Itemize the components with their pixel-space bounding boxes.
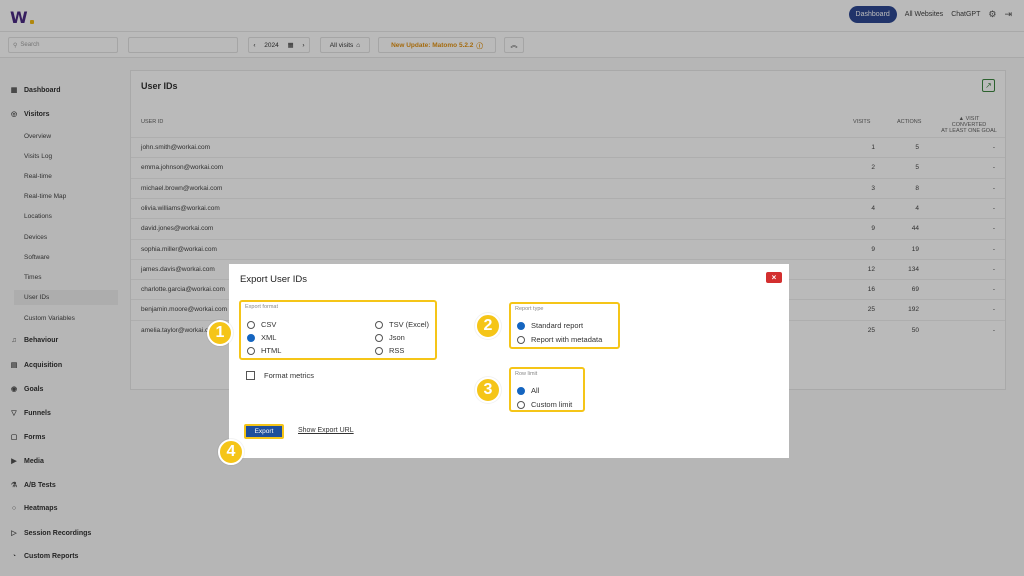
radio-selected-icon (517, 386, 525, 395)
format-option-csv[interactable]: CSV (247, 320, 276, 329)
option-label: XML (261, 333, 277, 342)
option-label: Report with metadata (531, 335, 603, 344)
step-badge-4: 4 (218, 439, 244, 465)
step-badge-3: 3 (475, 377, 501, 403)
radio-icon (375, 346, 383, 355)
format-metrics-checkbox[interactable]: Format metrics (246, 371, 314, 380)
row-limit-all[interactable]: All (517, 386, 539, 395)
row-limit-label: Row limit (515, 371, 538, 377)
radio-icon (517, 335, 525, 344)
option-label: HTML (261, 346, 282, 355)
radio-icon (375, 320, 383, 329)
option-label: Custom limit (531, 400, 573, 409)
option-label: TSV (Excel) (389, 320, 430, 329)
step-badge-2: 2 (475, 313, 501, 339)
export-button[interactable]: Export (244, 424, 284, 439)
format-option-html[interactable]: HTML (247, 346, 281, 355)
format-option-rss[interactable]: RSS (375, 346, 404, 355)
report-type-label: Report type (515, 306, 544, 312)
option-label: Standard report (531, 321, 584, 330)
option-label: CSV (261, 320, 277, 329)
radio-icon (375, 333, 383, 342)
format-option-json[interactable]: Json (375, 333, 405, 342)
checkbox-icon (246, 371, 255, 380)
show-export-url-link[interactable]: Show Export URL (298, 427, 354, 434)
radio-icon (247, 320, 255, 329)
step-badge-1: 1 (207, 320, 233, 346)
dialog-title: Export User IDs (240, 274, 308, 285)
checkbox-label: Format metrics (264, 371, 315, 380)
close-button[interactable]: × (766, 272, 782, 283)
option-label: Json (389, 333, 405, 342)
option-label: RSS (389, 346, 405, 355)
export-format-label: Export format (245, 304, 279, 310)
row-limit-custom[interactable]: Custom limit (517, 400, 572, 409)
radio-icon (247, 346, 255, 355)
format-option-xml[interactable]: XML (247, 333, 276, 342)
radio-icon (517, 400, 525, 409)
radio-selected-icon (517, 321, 525, 330)
option-label: All (531, 386, 540, 395)
export-dialog: Export User IDs × Export format CSV XML … (229, 264, 789, 458)
report-type-standard[interactable]: Standard report (517, 321, 583, 330)
radio-selected-icon (247, 333, 255, 342)
report-type-metadata[interactable]: Report with metadata (517, 335, 602, 344)
format-option-tsv[interactable]: TSV (Excel) (375, 320, 429, 329)
